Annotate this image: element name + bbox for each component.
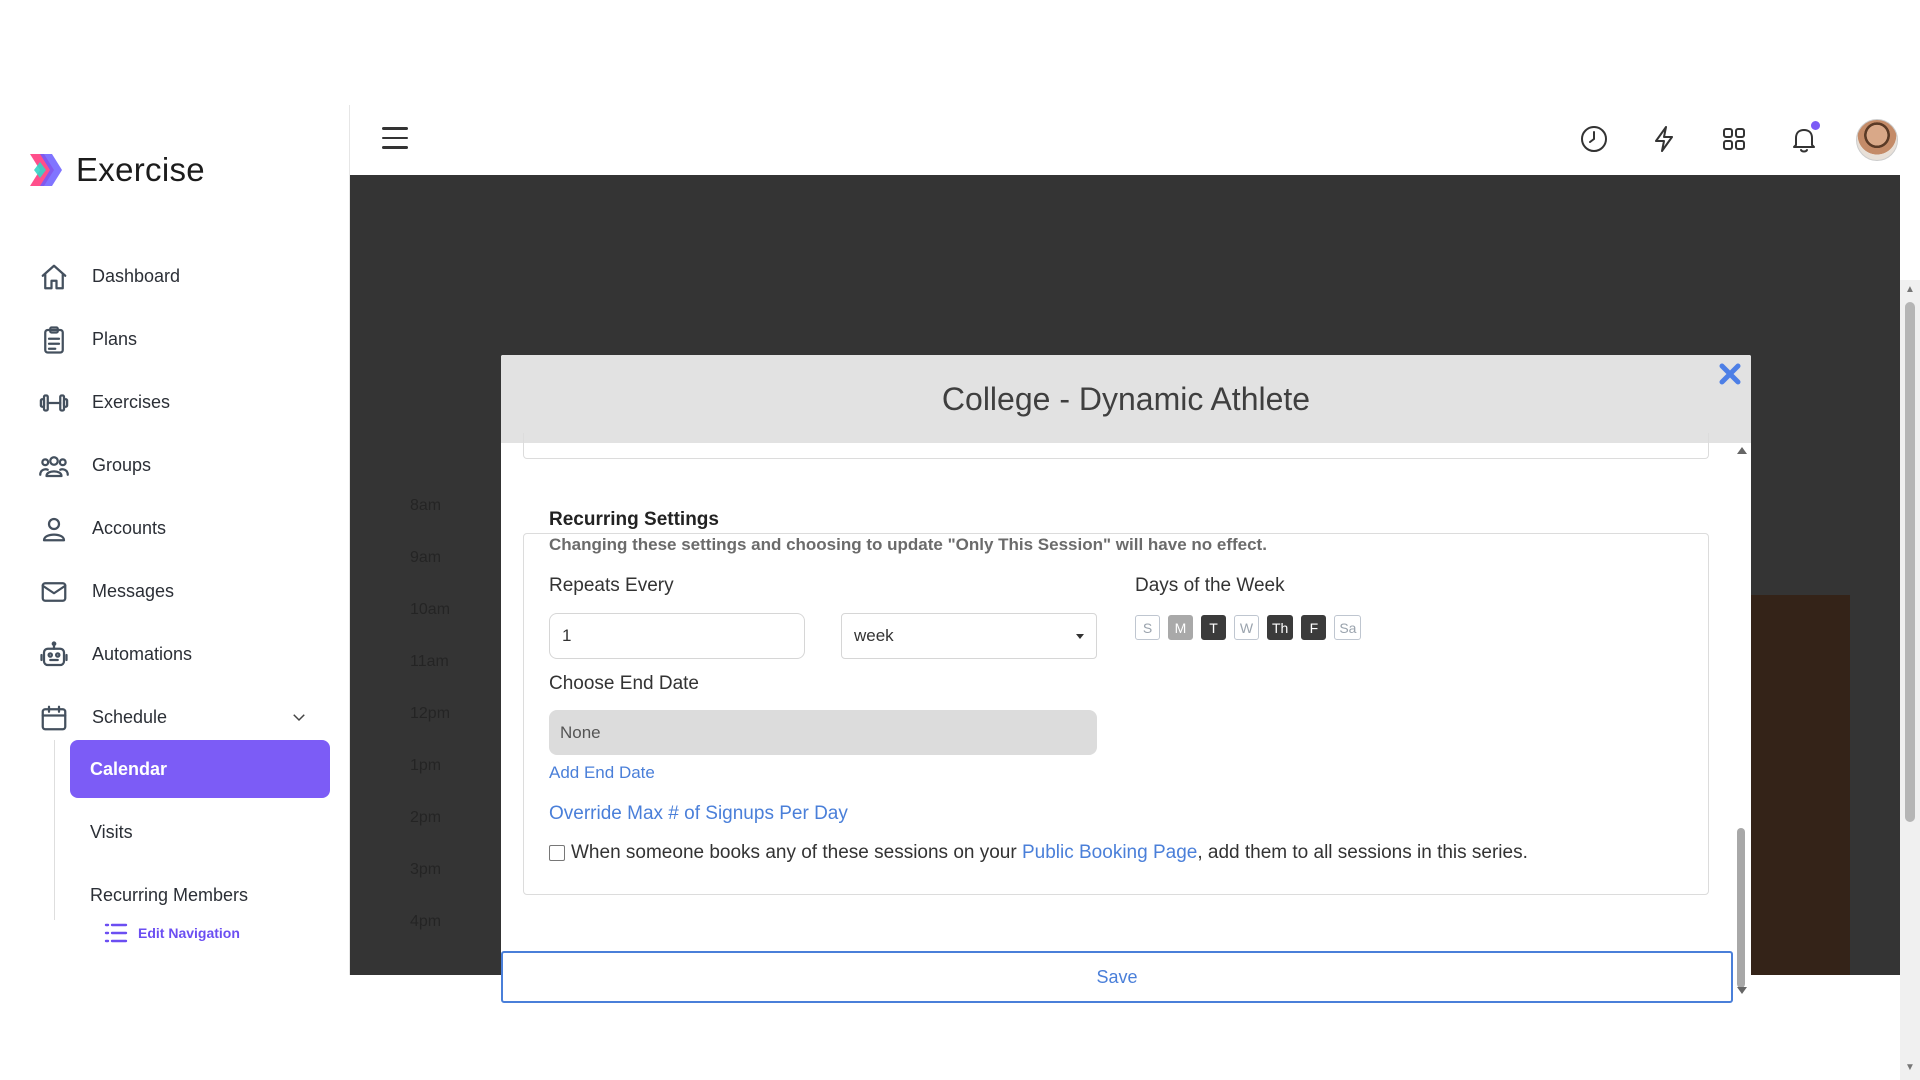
choose-end-date-label: Choose End Date bbox=[549, 673, 699, 695]
sidebar-item-visits[interactable]: Visits bbox=[70, 803, 330, 861]
sub-nav-divider bbox=[54, 740, 55, 920]
checkbox-text-post: , add them to all sessions in this serie… bbox=[1197, 842, 1528, 864]
sidebar-item-label: Groups bbox=[92, 455, 151, 476]
sidebar-item-label: Accounts bbox=[92, 518, 166, 539]
schedule-sub-nav: Calendar Visits Recurring Members bbox=[70, 740, 330, 929]
modal-scrollbar-thumb[interactable] bbox=[1737, 828, 1745, 988]
brand-name: Exercise bbox=[76, 151, 205, 189]
calendar-icon bbox=[38, 702, 70, 734]
brand-logo-icon bbox=[24, 150, 64, 190]
days-of-week-picker: S M T W Th F Sa bbox=[1135, 615, 1369, 640]
edit-navigation-label: Edit Navigation bbox=[138, 925, 240, 941]
scroll-down-icon[interactable] bbox=[1737, 987, 1747, 994]
caret-down-icon bbox=[1076, 634, 1084, 639]
sidebar-item-automations[interactable]: Automations bbox=[38, 623, 338, 686]
home-icon bbox=[38, 261, 70, 293]
sidebar-item-messages[interactable]: Messages bbox=[38, 560, 338, 623]
page-scrollbar[interactable]: ▲ ▼ bbox=[1900, 280, 1920, 1080]
sidebar-item-recurring-members[interactable]: Recurring Members bbox=[70, 866, 330, 924]
day-toggle-saturday[interactable]: Sa bbox=[1334, 615, 1361, 640]
clipboard-icon bbox=[38, 324, 70, 356]
day-toggle-sunday[interactable]: S bbox=[1135, 615, 1160, 640]
day-toggle-tuesday[interactable]: T bbox=[1201, 615, 1226, 640]
app-root: Exercise Dashboard Plans Exercises Group… bbox=[0, 105, 1920, 975]
recurring-settings-title: Recurring Settings bbox=[549, 509, 725, 531]
user-icon bbox=[38, 513, 70, 545]
session-modal: College - Dynamic Athlete Recurring Sett… bbox=[501, 355, 1751, 1003]
days-of-week-label: Days of the Week bbox=[1135, 575, 1285, 597]
apps-grid-icon[interactable] bbox=[1718, 123, 1750, 155]
add-end-date-link[interactable]: Add End Date bbox=[549, 763, 655, 783]
bell-icon[interactable] bbox=[1788, 123, 1820, 155]
scroll-down-icon[interactable]: ▼ bbox=[1905, 1062, 1915, 1073]
repeats-every-input[interactable] bbox=[549, 613, 805, 659]
sidebar-item-calendar[interactable]: Calendar bbox=[70, 740, 330, 798]
modal-body: Recurring Settings Changing these settin… bbox=[501, 443, 1731, 1003]
list-icon bbox=[104, 922, 128, 944]
sidebar-item-label: Automations bbox=[92, 644, 192, 665]
page-scrollbar-thumb[interactable] bbox=[1905, 302, 1915, 822]
repeat-unit-select[interactable]: week bbox=[841, 613, 1097, 659]
sidebar-item-exercises[interactable]: Exercises bbox=[38, 371, 338, 434]
repeats-every-label: Repeats Every bbox=[549, 575, 674, 597]
sidebar-item-label: Dashboard bbox=[92, 266, 180, 287]
modal-title: College - Dynamic Athlete bbox=[942, 381, 1310, 418]
modal-scrollbar[interactable] bbox=[1733, 443, 1751, 1003]
add-to-series-checkbox[interactable] bbox=[549, 845, 565, 861]
sidebar-item-label: Messages bbox=[92, 581, 174, 602]
edit-navigation-link[interactable]: Edit Navigation bbox=[104, 922, 240, 944]
menu-icon[interactable] bbox=[382, 127, 408, 151]
dumbbell-icon bbox=[38, 387, 70, 419]
sidebar-item-plans[interactable]: Plans bbox=[38, 308, 338, 371]
public-booking-page-link[interactable]: Public Booking Page bbox=[1022, 842, 1197, 864]
sidebar: Exercise Dashboard Plans Exercises Group… bbox=[0, 105, 350, 975]
brand[interactable]: Exercise bbox=[24, 145, 205, 195]
scroll-up-icon[interactable]: ▲ bbox=[1905, 284, 1915, 295]
robot-icon bbox=[38, 639, 70, 671]
notification-dot bbox=[1811, 121, 1820, 130]
override-max-signups-link[interactable]: Override Max # of Signups Per Day bbox=[549, 803, 848, 825]
bolt-icon[interactable] bbox=[1648, 123, 1680, 155]
topbar bbox=[350, 105, 1920, 175]
recurring-settings-note: Changing these settings and choosing to … bbox=[549, 535, 1273, 555]
day-toggle-thursday[interactable]: Th bbox=[1267, 615, 1293, 640]
avatar[interactable] bbox=[1856, 119, 1898, 161]
sidebar-item-dashboard[interactable]: Dashboard bbox=[38, 245, 338, 308]
sidebar-nav: Dashboard Plans Exercises Groups Account… bbox=[38, 245, 338, 749]
sidebar-item-groups[interactable]: Groups bbox=[38, 434, 338, 497]
end-date-field: None bbox=[549, 710, 1097, 755]
sidebar-item-label: Exercises bbox=[92, 392, 170, 413]
mail-icon bbox=[38, 576, 70, 608]
sidebar-item-label: Schedule bbox=[92, 707, 167, 728]
save-button[interactable]: Save bbox=[501, 951, 1733, 1003]
sidebar-item-label: Plans bbox=[92, 329, 137, 350]
repeat-unit-value: week bbox=[854, 626, 894, 646]
add-to-series-row: When someone books any of these sessions… bbox=[549, 842, 1528, 864]
users-icon bbox=[38, 450, 70, 482]
checkbox-text-pre: When someone books any of these sessions… bbox=[571, 842, 1022, 864]
day-toggle-monday[interactable]: M bbox=[1168, 615, 1193, 640]
previous-section-box bbox=[523, 433, 1709, 459]
scroll-up-icon[interactable] bbox=[1737, 447, 1747, 454]
clock-icon[interactable] bbox=[1578, 123, 1610, 155]
day-toggle-friday[interactable]: F bbox=[1301, 615, 1326, 640]
day-toggle-wednesday[interactable]: W bbox=[1234, 615, 1259, 640]
close-icon[interactable] bbox=[1717, 361, 1743, 387]
chevron-down-icon[interactable] bbox=[290, 708, 308, 726]
modal-header: College - Dynamic Athlete bbox=[501, 355, 1751, 443]
sidebar-item-accounts[interactable]: Accounts bbox=[38, 497, 338, 560]
